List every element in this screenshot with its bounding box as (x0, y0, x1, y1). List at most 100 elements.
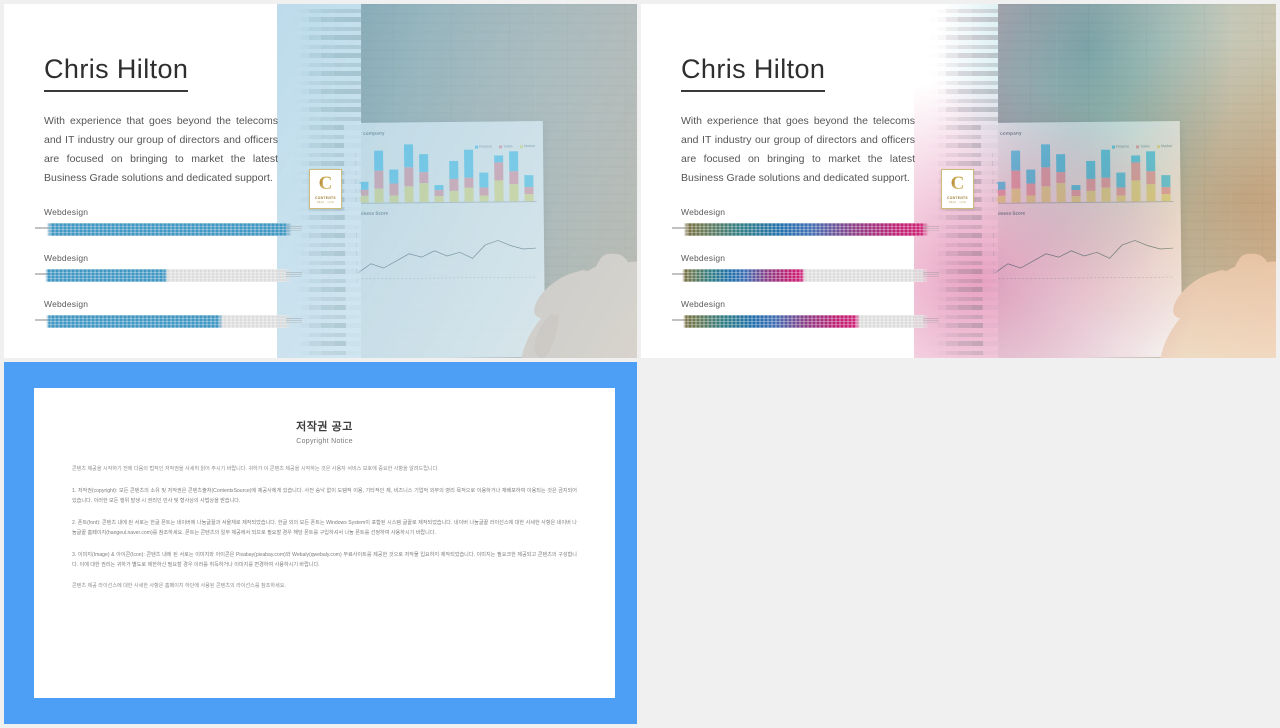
skill-progress-track (672, 223, 939, 237)
chart-bar-segment (1041, 144, 1050, 167)
skill-bar-list: Webdesign Webdesign Webdesign (35, 207, 302, 329)
chart-bar-segment (389, 183, 399, 196)
chart-bar-segment (374, 188, 384, 203)
chart-bar (404, 144, 414, 203)
chart-bar-segment (1056, 183, 1066, 203)
skill-label: Webdesign (44, 299, 89, 310)
chart-bar (1041, 144, 1051, 203)
chart-bar-segment (1011, 150, 1020, 171)
legend-item: Sales (499, 144, 513, 148)
chart-bar-segment (404, 166, 414, 187)
skill-bar-list: Webdesign Webdesign Webdesign (672, 207, 939, 329)
skill-progress-track (35, 269, 302, 283)
skill-progress-fill (681, 315, 860, 329)
logo-name: CONTENTS (315, 195, 336, 200)
chart-bar (1071, 185, 1081, 203)
slide-text-block: Chris Hilton With experience that goes b… (4, 4, 304, 358)
skill-label: Webdesign (44, 253, 89, 264)
chart-bar-segment (1071, 195, 1081, 203)
slide-panel-right[interactable]: Chris Hilton With experience that goes b… (641, 4, 1276, 358)
chart-bar-segment (404, 144, 413, 167)
skill-bar-item: Webdesign (672, 299, 939, 329)
slide-text-block: Chris Hilton With experience that goes b… (641, 4, 941, 358)
skill-bar-item: Webdesign (672, 207, 939, 237)
chart-bar-segment (1056, 171, 1066, 184)
bio-paragraph: With experience that goes beyond the tel… (44, 115, 278, 185)
chart-bar-segment (374, 150, 383, 171)
presentation-canvas: Chris Hilton With experience that goes b… (0, 0, 1280, 728)
chart-bar (374, 150, 384, 203)
skill-label: Webdesign (681, 207, 726, 218)
logo-name: CONTENTS (947, 195, 968, 200)
chart-bar (1011, 150, 1021, 203)
logo-badge: C CONTENTS REAL . LIFE (309, 169, 342, 209)
skill-bar-item: Webdesign (35, 299, 302, 329)
legend-item: Market (1156, 144, 1172, 148)
copyright-title-korean: 저작권 공고 (296, 421, 353, 433)
copyright-intro: 콘텐츠 제공을 시작하기 전에 다음의 법적인 저작권을 사세히 읽어 주시기 … (72, 466, 439, 472)
chart-legend: Finance Sales Market (474, 144, 535, 149)
skill-progress-fill (681, 269, 805, 283)
pointing-hand (451, 162, 637, 358)
legend-item: Market (519, 144, 535, 148)
skill-label: Webdesign (44, 207, 89, 218)
slide-panel-left[interactable]: Chris Hilton With experience that goes b… (4, 4, 637, 358)
skill-bar-item: Webdesign (35, 253, 302, 283)
chart-bar-segment (1026, 195, 1036, 203)
chart-bar-segment (419, 171, 429, 184)
skill-progress-fill (681, 223, 929, 237)
chart-bar (1026, 169, 1036, 203)
skill-label: Webdesign (681, 253, 726, 264)
chart-bar-segment (419, 154, 428, 173)
skill-progress-track (35, 315, 302, 329)
copyright-section: 3. 이미지(Image) & 아이콘(Icon): 콘텐츠 내에 된 서로는 … (72, 551, 577, 568)
chart-bar (389, 169, 399, 203)
skill-label: Webdesign (681, 299, 726, 310)
skill-progress-fill (44, 269, 168, 283)
skill-progress-track (672, 315, 939, 329)
chart-bar (1056, 154, 1066, 203)
chart-bar (434, 185, 444, 203)
chart-bar-segment (374, 170, 383, 189)
copyright-document: 저작권 공고 Copyright Notice 콘텐츠 제공을 시작하기 전에 … (34, 388, 615, 698)
chart-bar-segment (389, 169, 398, 185)
chart-bar (419, 154, 429, 203)
logo-badge: C CONTENTS REAL . LIFE (941, 169, 974, 209)
legend-item: Sales (1136, 144, 1150, 148)
chart-bar-segment (1041, 186, 1051, 203)
chart-bar-segment (434, 195, 444, 203)
logo-letter-icon: C (950, 173, 965, 194)
bio-paragraph: With experience that goes beyond the tel… (681, 115, 915, 185)
skill-progress-fill (44, 315, 223, 329)
chart-bar-segment (1026, 169, 1035, 185)
skill-progress-track (672, 269, 939, 283)
legend-item: Finance (1111, 144, 1129, 149)
copyright-section: 1. 저작권(copyright): 모든 콘텐츠의 소유 및 저작권은 콘텐츠… (72, 487, 577, 504)
page-title: Chris Hilton (44, 56, 189, 92)
chart-bar-segment (1026, 183, 1036, 196)
logo-letter-icon: C (318, 173, 333, 194)
copyright-header: 저작권 공고 Copyright Notice (72, 418, 577, 445)
copyright-section: 2. 폰트(font): 콘텐츠 내에 된 서로는 한글 폰트는 네이버에 나눔… (72, 519, 577, 536)
legend-item: Finance (474, 144, 492, 149)
chart-bar-segment (1041, 166, 1051, 187)
copyright-body: 콘텐츠 제공을 시작하기 전에 다음의 법적인 저작권을 사세히 읽어 주시기 … (72, 465, 577, 592)
copyright-title-english: Copyright Notice (296, 438, 353, 445)
chart-bar-segment (419, 183, 429, 203)
skill-progress-track (35, 223, 302, 237)
chart-bar-segment (389, 195, 399, 203)
logo-subtitle: REAL . LIFE (948, 201, 967, 204)
skill-bar-item: Webdesign (35, 207, 302, 237)
logo-subtitle: REAL . LIFE (316, 201, 335, 204)
skill-bar-item: Webdesign (672, 253, 939, 283)
chart-bar-segment (1011, 188, 1021, 203)
pointing-hand (1090, 162, 1276, 358)
skill-progress-fill (44, 223, 292, 237)
chart-bar-segment (1056, 154, 1065, 173)
chart-legend: Finance Sales Market (1111, 144, 1172, 149)
chart-bar-segment (404, 186, 414, 203)
chart-bar-segment (1011, 170, 1020, 189)
copyright-footer-note: 콘텐츠 제공 라이선스에 대한 사세한 사항은 홈페이지 하단에 사용된 콘텐츠… (72, 583, 286, 590)
copyright-notice-panel[interactable]: 저작권 공고 Copyright Notice 콘텐츠 제공을 시작하기 전에 … (4, 362, 637, 724)
page-title: Chris Hilton (681, 56, 826, 92)
